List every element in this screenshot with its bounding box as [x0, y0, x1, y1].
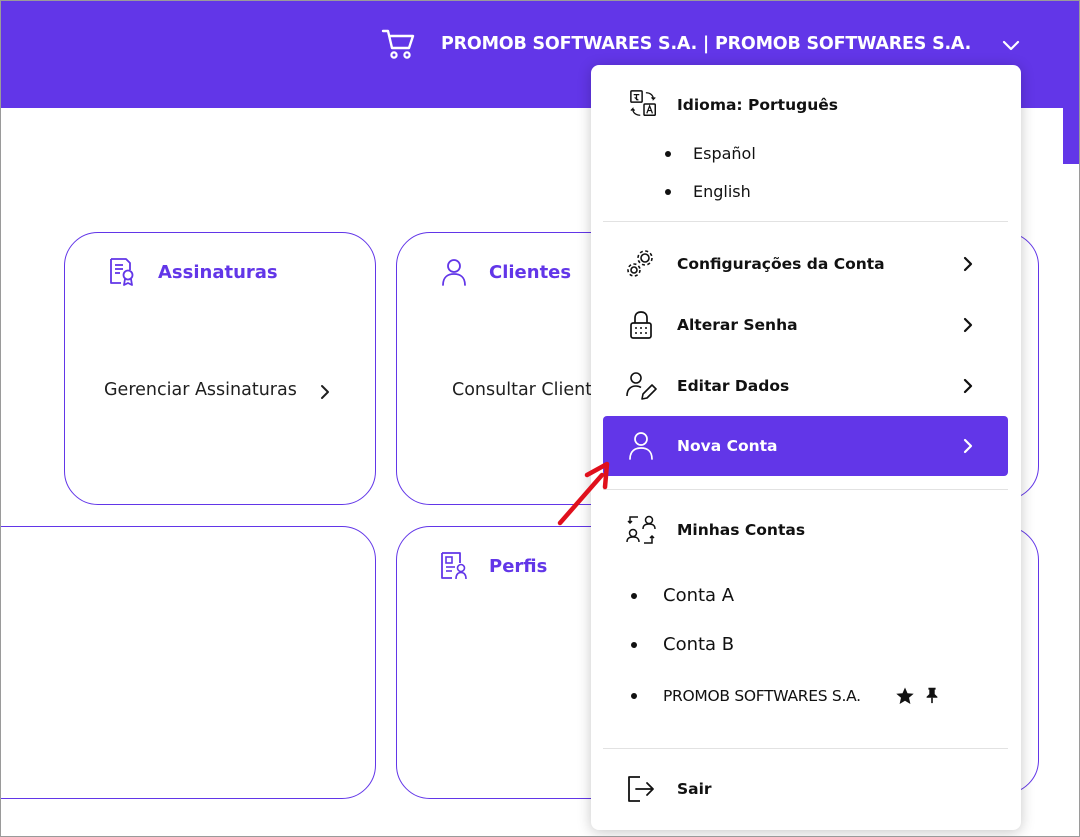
bullet: [631, 642, 637, 648]
company-account-title[interactable]: PROMOB SOFTWARES S.A. | PROMOB SOFTWARES…: [441, 34, 971, 54]
chevron-right-icon: [963, 256, 973, 272]
bullet: [665, 151, 671, 157]
language-row: Idioma: Português: [603, 75, 1008, 135]
app-frame: PROMOB SOFTWARES S.A. | PROMOB SOFTWARES…: [0, 0, 1080, 837]
bullet: [631, 693, 637, 699]
bullet: [631, 593, 637, 599]
menu-item-label: Configurações da Conta: [677, 255, 885, 273]
certificate-document-icon: [110, 258, 134, 286]
chevron-right-icon: [963, 317, 973, 333]
translate-icon: [630, 90, 656, 116]
pin-icon[interactable]: [923, 686, 941, 704]
user-icon: [629, 432, 653, 460]
account-item[interactable]: PROMOB SOFTWARES S.A.: [631, 685, 951, 707]
account-item[interactable]: Conta A: [631, 584, 831, 608]
language-label: Idioma: Português: [677, 96, 838, 114]
menu-item-label: Editar Dados: [677, 377, 790, 395]
profile-card-icon: [441, 552, 467, 580]
gears-icon: [627, 250, 653, 277]
card-title: Clientes: [489, 262, 572, 283]
account-name: Conta B: [663, 634, 735, 655]
chevron-right-icon: [963, 438, 973, 454]
manage-subscriptions-link[interactable]: Gerenciar Assinaturas: [104, 380, 297, 400]
account-dropdown-menu: Idioma: Português Español English Config…: [591, 65, 1021, 830]
user-edit-icon: [626, 372, 657, 400]
lock-icon: [630, 311, 652, 339]
chevron-right-icon[interactable]: [317, 383, 333, 401]
chevron-right-icon: [963, 378, 973, 394]
account-item[interactable]: Conta B: [631, 633, 831, 657]
menu-divider: [603, 221, 1008, 222]
bullet: [665, 189, 671, 195]
menu-item-change-password[interactable]: Alterar Senha: [603, 295, 1008, 355]
switch-accounts-icon: [626, 515, 656, 544]
menu-item-label: Sair: [677, 780, 712, 798]
language-option-label: English: [693, 182, 751, 201]
card-title: Assinaturas: [158, 262, 278, 283]
menu-item-account-settings[interactable]: Configurações da Conta: [603, 234, 1008, 294]
menu-item-label: Nova Conta: [677, 437, 778, 455]
annotation-arrow: [557, 461, 610, 526]
my-accounts-label: Minhas Contas: [677, 521, 806, 539]
language-option-en[interactable]: English: [665, 181, 785, 203]
chevron-down-icon[interactable]: [1001, 35, 1021, 55]
menu-divider: [603, 748, 1008, 749]
user-icon: [442, 259, 466, 286]
my-accounts-row: Minhas Contas: [603, 500, 1008, 560]
menu-item-new-account[interactable]: Nova Conta: [603, 416, 1008, 476]
card-title: Perfis: [489, 556, 548, 577]
logout-icon: [628, 776, 654, 802]
header-band: [1063, 108, 1079, 164]
account-name: PROMOB SOFTWARES S.A.: [663, 687, 861, 705]
language-option-label: Español: [693, 144, 756, 163]
menu-item-logout[interactable]: Sair: [603, 759, 1008, 819]
menu-divider: [603, 489, 1008, 490]
menu-item-edit-data[interactable]: Editar Dados: [603, 356, 1008, 416]
language-option-es[interactable]: Español: [665, 143, 785, 165]
card-empty: [1, 526, 376, 799]
account-name: Conta A: [663, 585, 735, 606]
menu-item-label: Alterar Senha: [677, 316, 798, 334]
cart-icon[interactable]: [381, 27, 417, 61]
consult-clients-link[interactable]: Consultar Clientes: [452, 380, 591, 400]
star-icon[interactable]: [895, 686, 915, 706]
